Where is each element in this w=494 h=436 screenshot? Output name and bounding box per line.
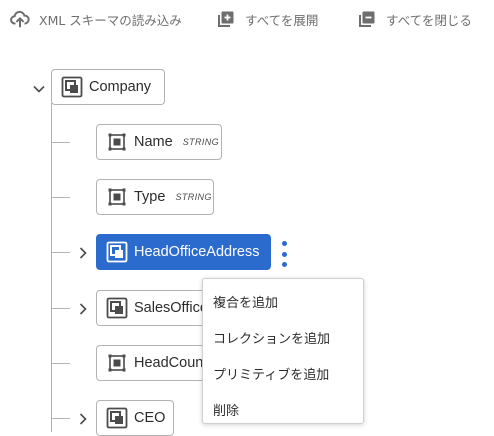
expand-toggle[interactable]	[76, 246, 90, 260]
primitive-node-icon	[106, 186, 128, 208]
tree-branch-line	[51, 197, 70, 198]
tree-node-label: CEO	[134, 410, 166, 426]
expand-all-label: すべてを展開	[245, 12, 319, 28]
chevron-right-icon	[79, 247, 87, 259]
tree-node-sales-offices[interactable]: SalesOffices	[96, 290, 216, 326]
node-context-menu: 複合を追加 コレクションを追加 プリミティブを追加 削除	[202, 278, 364, 424]
complex-node-icon	[106, 297, 128, 319]
menu-item-add-complex[interactable]: 複合を追加	[203, 283, 363, 319]
more-actions-button[interactable]	[280, 241, 288, 267]
tree-node-label: HeadCount	[134, 355, 208, 371]
tree-node-head-count[interactable]: HeadCount	[96, 345, 216, 381]
expand-toggle[interactable]	[76, 412, 90, 426]
more-vertical-icon	[281, 241, 287, 246]
menu-item-delete[interactable]: 削除	[203, 391, 363, 427]
chevron-right-icon	[79, 303, 87, 315]
type-badge: STRING	[175, 192, 212, 202]
tree-branch-line	[51, 418, 70, 419]
chevron-down-icon	[33, 85, 45, 93]
import-xml-schema-label: XML スキーマの読み込み	[39, 12, 182, 28]
collapse-all-button[interactable]: すべてを閉じる	[357, 8, 472, 30]
complex-node-icon	[106, 407, 128, 429]
upload-cloud-icon	[10, 9, 30, 29]
toolbar: XML スキーマの読み込み すべてを展開 すべてを閉じる	[0, 0, 494, 38]
tree-branch-line	[51, 142, 70, 143]
tree-node-name[interactable]: Name STRING	[96, 124, 222, 160]
menu-item-add-primitive[interactable]: プリミティブを追加	[203, 355, 363, 391]
collapse-all-label: すべてを閉じる	[386, 12, 472, 28]
tree-node-label: HeadOfficeAddress	[134, 244, 260, 260]
menu-item-add-collection[interactable]: コレクションを追加	[203, 319, 363, 355]
import-xml-schema-button[interactable]: XML スキーマの読み込み	[10, 8, 182, 30]
root-toggle[interactable]	[32, 82, 46, 96]
tree-node-head-office-address[interactable]: HeadOfficeAddress	[96, 234, 271, 270]
chevron-right-icon	[79, 413, 87, 425]
complex-node-icon	[106, 241, 128, 263]
tree-branch-line	[51, 252, 70, 253]
expand-toggle[interactable]	[76, 302, 90, 316]
tree-node-label: Name	[134, 134, 173, 150]
primitive-node-icon	[106, 352, 128, 374]
tree-branch-line	[51, 308, 70, 309]
expand-all-button[interactable]: すべてを展開	[216, 8, 318, 30]
tree-node-company[interactable]: Company	[51, 69, 165, 105]
collapse-all-icon	[357, 9, 377, 29]
primitive-node-icon	[106, 131, 128, 153]
tree-node-label: Company	[89, 79, 152, 95]
tree-branch-line	[51, 363, 70, 364]
tree-vertical-connector	[51, 103, 52, 432]
type-badge: STRING	[182, 137, 220, 147]
tree-node-type[interactable]: Type STRING	[96, 179, 214, 215]
expand-all-icon	[216, 9, 236, 29]
tree-node-ceo[interactable]: CEO	[96, 400, 174, 436]
tree-node-label: Type	[134, 189, 166, 205]
complex-node-icon	[61, 76, 83, 98]
